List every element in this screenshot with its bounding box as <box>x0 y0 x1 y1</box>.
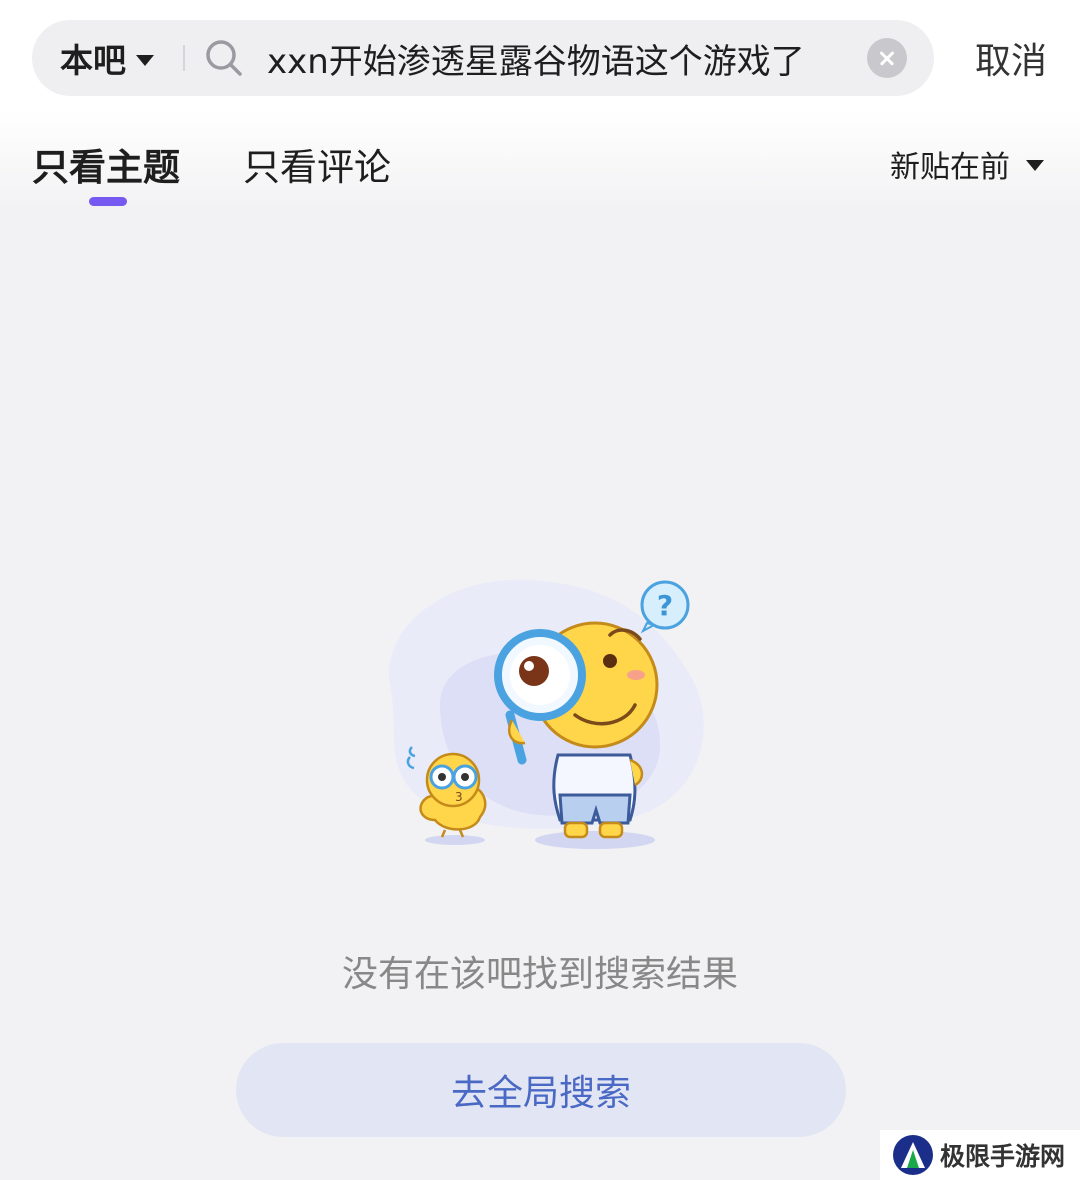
watermark-logo-icon <box>893 1135 933 1175</box>
cancel-button[interactable]: 取消 <box>975 20 1047 96</box>
caret-down-icon <box>1026 159 1044 171</box>
header: 本吧 xxn开始渗透星露谷物语这个游戏了 取消 只看主题 只看评论 新贴在前 <box>0 0 1080 210</box>
caret-down-icon <box>136 54 154 66</box>
empty-message: 没有在该吧找到搜索结果 <box>341 954 738 995</box>
tab-indicator <box>89 197 127 206</box>
search-icon <box>206 40 242 76</box>
svg-text:3: 3 <box>455 790 463 804</box>
watermark-text: 极限手游网 <box>940 1142 1066 1171</box>
divider <box>183 45 185 71</box>
scope-dropdown[interactable]: 本吧 <box>60 20 154 96</box>
clear-icon[interactable] <box>867 38 907 78</box>
search-bar: 本吧 xxn开始渗透星露谷物语这个游戏了 <box>32 20 934 96</box>
empty-state-illustration: ? 3 <box>389 579 704 849</box>
tab-comments-only[interactable]: 只看评论 <box>243 137 391 191</box>
search-input[interactable]: xxn开始渗透星露谷物语这个游戏了 <box>267 20 867 96</box>
watermark: 极限手游网 <box>880 1130 1080 1180</box>
scope-label: 本吧 <box>60 41 126 80</box>
sort-label: 新贴在前 <box>890 150 1010 185</box>
sort-dropdown[interactable]: 新贴在前 <box>890 142 1044 186</box>
svg-text:?: ? <box>657 589 673 622</box>
tab-topics-only[interactable]: 只看主题 <box>32 137 180 191</box>
global-search-button[interactable]: 去全局搜索 <box>236 1043 846 1137</box>
